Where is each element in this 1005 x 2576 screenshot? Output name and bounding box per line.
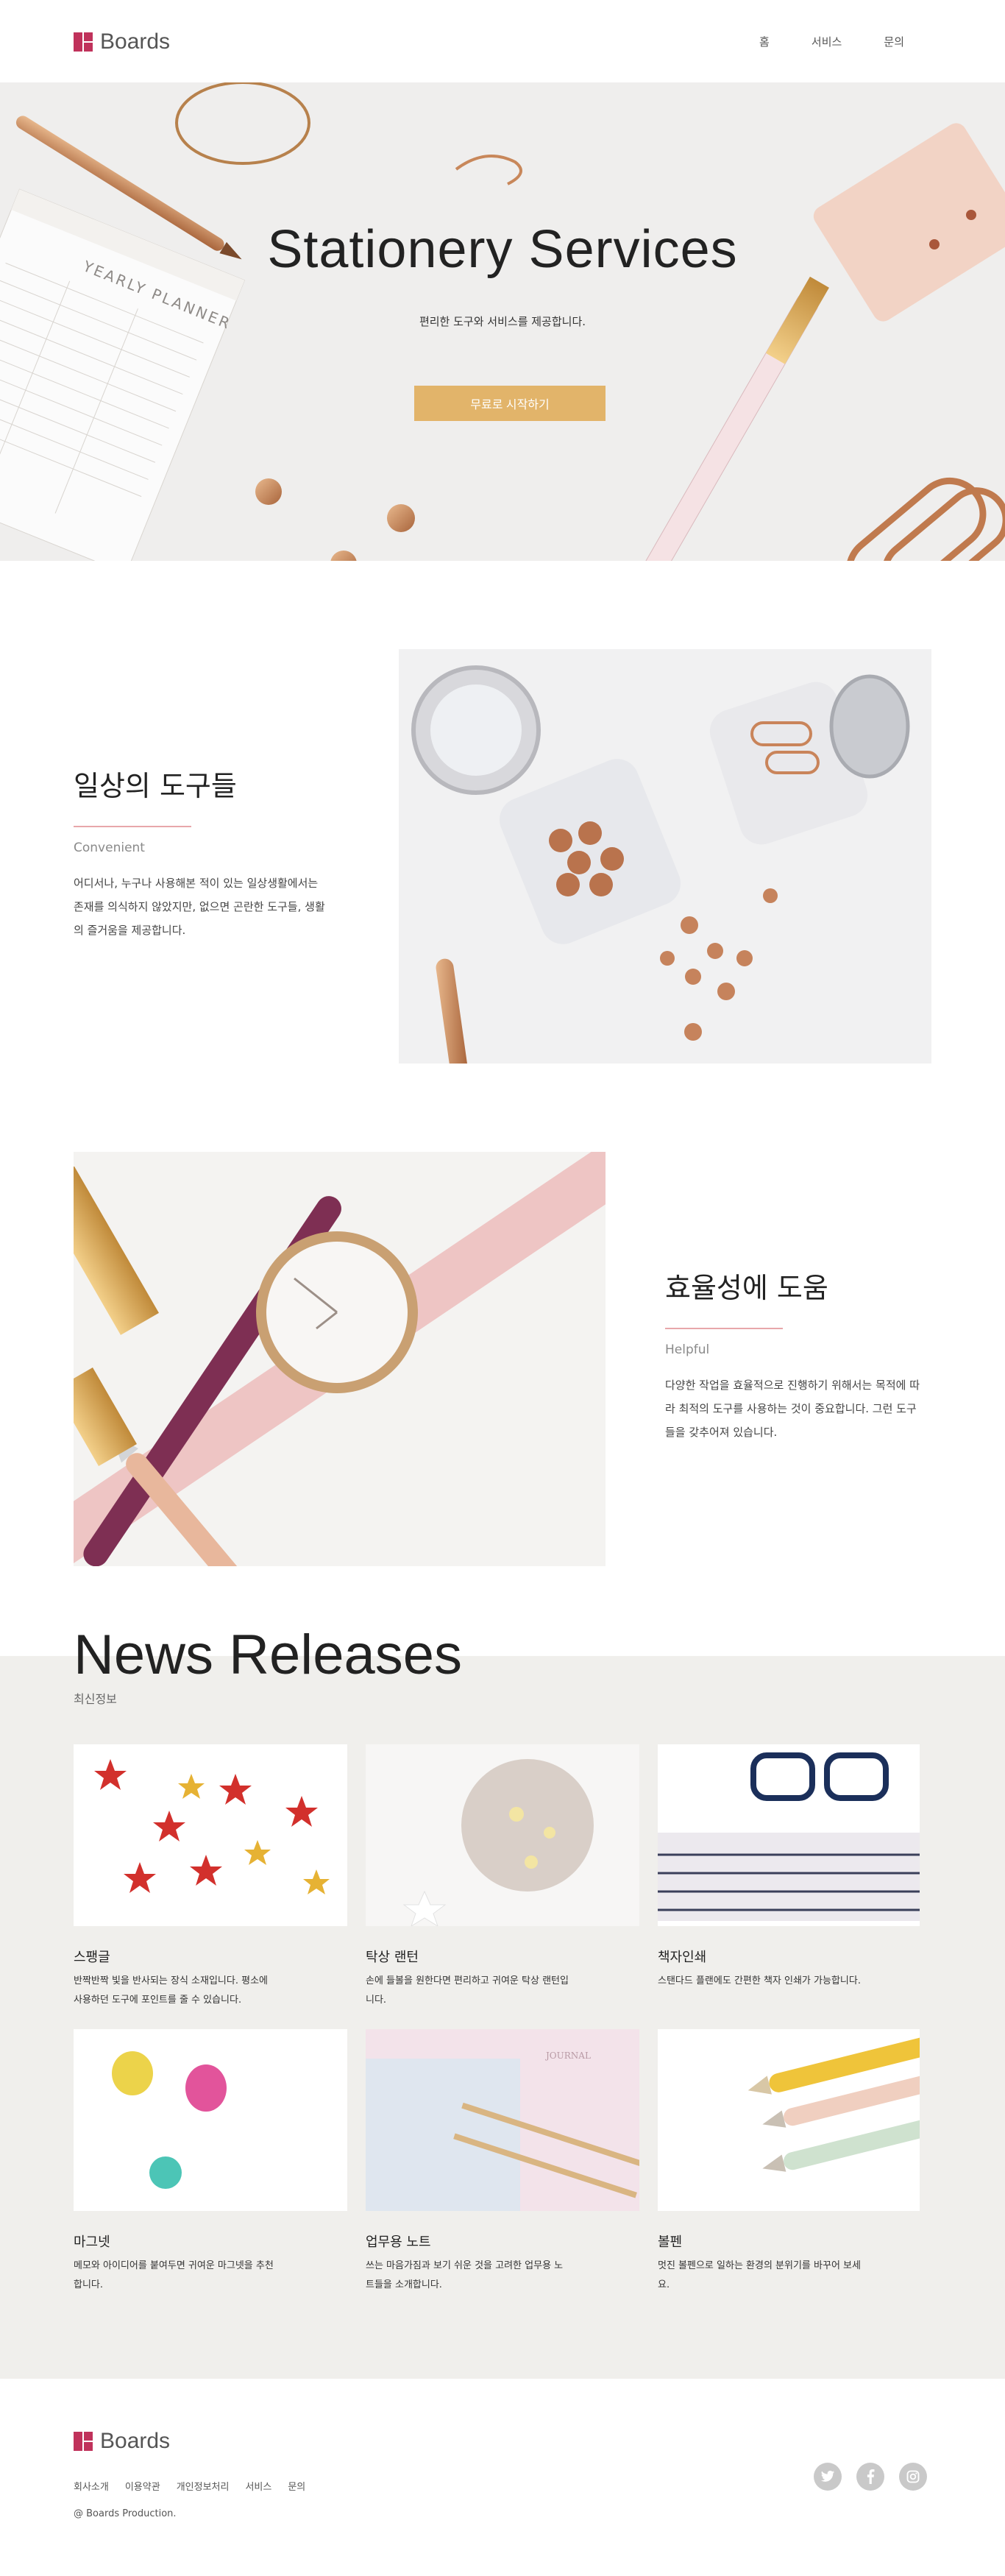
booklet-image [658,1744,920,1926]
nav-services[interactable]: 서비스 [812,35,842,49]
hero-title: Stationery Services [267,220,738,279]
news-card-magnet[interactable]: 마그넷 메모와 아이디어를 붙여두면 귀여운 마그넷을 추천 합니다. [74,2029,347,2295]
card-description: 메모와 아이디어를 붙여두면 귀여운 마그넷을 추천 합니다. [74,2260,274,2290]
instagram-icon[interactable] [899,2463,927,2491]
feature-helpful: 효율성에 도움 Helpful 다양한 작업을 효율적으로 진행하기 위해서는 … [665,1265,920,1444]
card-description: 손에 들볼을 원한다면 편리하고 귀여운 탁상 랜턴입 니다. [366,1975,569,2006]
start-free-button[interactable]: 무료로 시작하기 [414,386,606,421]
feature-subtitle: Convenient [74,841,145,855]
footer-link-about[interactable]: 회사소개 [74,2479,109,2493]
brand-name: Boards [100,2429,171,2453]
brand-name: Boards [100,29,171,54]
feature-description: 다양한 작업을 효율적으로 진행하기 위해서는 목적에 따 라 최적의 도구를 … [665,1379,920,1439]
card-title: 탁상 랜턴 [366,1950,419,1965]
footer-link-terms[interactable]: 이용약관 [125,2479,160,2493]
news-subtitle: 최신정보 [74,1692,117,1706]
feature-title: 일상의 도구들 [74,770,237,802]
news-card-lantern[interactable]: 탁상 랜턴 손에 들볼을 원한다면 편리하고 귀여운 탁상 랜턴입 니다. [366,1744,639,2010]
lantern-image [366,1744,639,1928]
logo-icon [74,2432,93,2451]
feature-description: 어디서나, 누구나 사용해본 적이 있는 일상생활에서는 존재를 의식하지 않았… [74,877,325,937]
feature-subtitle: Helpful [665,1342,710,1357]
watch-image [74,1152,606,1566]
feature-divider [74,826,191,827]
pens-image [658,2029,934,2211]
hero-section: YEARLY PLANNER Stationery Services 편리한 도… [0,82,1005,561]
hero-subtitle: 편리한 도구와 서비스를 제공합니다. [419,315,586,328]
jars-image [399,649,931,1064]
news-card-notebook[interactable]: JOURNAL 업무용 노트 쓰는 마음가짐과 보기 쉬운 것을 고려한 업무용… [366,2029,645,2295]
card-description: 멋진 볼펜으로 일하는 환경의 분위기를 바꾸어 보세 요. [658,2260,861,2290]
footer-link-privacy[interactable]: 개인정보처리 [177,2479,230,2493]
feature-convenient: 일상의 도구들 Convenient 어디서나, 누구나 사용해본 적이 있는 … [74,763,325,942]
site-header: Boards 홈 서비스 문의 [0,0,1005,82]
feature-divider [665,1328,783,1329]
main-nav: 홈 서비스 문의 [721,34,904,49]
card-title: 책자인쇄 [658,1950,707,1965]
news-card-pens[interactable]: 볼펜 멋진 볼펜으로 일하는 환경의 분위기를 바꾸어 보세 요. [658,2029,934,2295]
svg-text:JOURNAL: JOURNAL [544,2050,591,2061]
footer-link-contact[interactable]: 문의 [288,2479,305,2493]
card-description: 스탠다드 플랜에도 간편한 책자 인쇄가 가능합니다. [658,1975,861,1986]
copyright: @ Boards Production. [74,2508,177,2519]
card-title: 업무용 노트 [366,2234,431,2250]
twitter-icon[interactable] [814,2463,842,2491]
news-card-sequins[interactable]: 스팽글 반짝반짝 빛을 반사되는 장식 소재입니다. 평소에 사용하던 도구에 … [74,1744,347,2010]
social-links [814,2463,927,2491]
footer-links: 회사소개 이용약관 개인정보처리 서비스 문의 [74,2479,322,2493]
nav-home[interactable]: 홈 [759,35,770,49]
magnet-image [74,2029,347,2211]
feature-title: 효율성에 도움 [665,1272,828,1304]
news-title: News Releases [74,1624,462,1686]
facebook-icon[interactable] [856,2463,884,2491]
sequins-image [74,1744,347,1926]
nav-contact[interactable]: 문의 [884,35,904,49]
logo-icon [74,32,93,52]
card-title: 볼펜 [658,2234,683,2250]
notebook-image: JOURNAL [366,2029,645,2211]
card-title: 스팽글 [74,1950,110,1965]
card-description: 반짝반짝 빛을 반사되는 장식 소재입니다. 평소에 사용하던 도구에 포인트를… [74,1975,268,2006]
footer-brand-logo[interactable]: Boards [74,2429,170,2454]
card-title: 마그넷 [74,2234,110,2250]
brand-logo[interactable]: Boards [74,29,170,54]
footer-link-services[interactable]: 서비스 [245,2479,271,2493]
news-card-booklet[interactable]: 책자인쇄 스탠다드 플랜에도 간편한 책자 인쇄가 가능합니다. [658,1744,920,1991]
card-description: 쓰는 마음가짐과 보기 쉬운 것을 고려한 업무용 노 트들을 소개합니다. [366,2260,564,2290]
